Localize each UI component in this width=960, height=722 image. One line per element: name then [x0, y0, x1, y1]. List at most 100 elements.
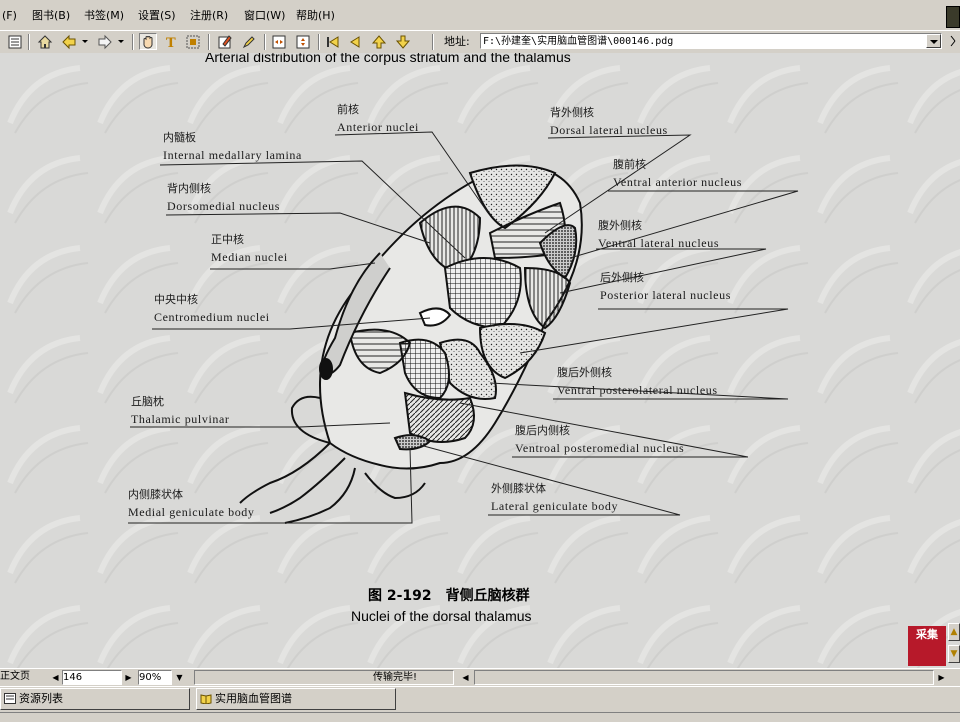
label-en: Ventral posterolateral nucleus: [557, 383, 718, 397]
menu-help[interactable]: 帮助(H): [294, 8, 337, 24]
label-posterior-lateral: 后外侧核 Posterior lateral nucleus: [600, 269, 731, 303]
horizontal-scrollbar[interactable]: [474, 670, 934, 685]
scanned-page: [0, 53, 960, 668]
label-en: Dorsal lateral nucleus: [550, 123, 668, 137]
capture-stamp[interactable]: 采集: [908, 626, 946, 666]
label-en: Anterior nuclei: [337, 120, 419, 134]
menu-register[interactable]: 注册(R): [188, 8, 230, 24]
page-mode: 正文页: [0, 670, 50, 685]
page-mode-label: 正文页: [0, 671, 30, 682]
next-page-arrow-icon[interactable]: ▶: [123, 670, 134, 685]
toolbar-separator: [318, 34, 320, 50]
menu-bar: (F) 图书(B) 书签(M) 设置(S) 注册(R) 窗口(W) 帮助(H): [0, 0, 960, 30]
menu-settings[interactable]: 设置(S): [136, 8, 178, 24]
label-cn: 后外侧核: [600, 271, 644, 284]
page-number-value[interactable]: 146: [63, 672, 82, 683]
label-cn: 腹后外侧核: [557, 366, 612, 379]
list-view-icon[interactable]: [6, 33, 24, 50]
label-en: Ventral lateral nucleus: [598, 236, 720, 250]
label-cn: 正中核: [211, 233, 244, 246]
label-ventral-lateral: 腹外侧核 Ventral lateral nucleus: [598, 217, 719, 251]
address-label: 地址:: [444, 35, 470, 48]
top-caption-cut: Arterial distribution of the corpus stri…: [205, 53, 571, 65]
label-en: Ventroal posteromedial nucleus: [515, 441, 685, 455]
address-field[interactable]: F:\孙建奎\实用脑血管图谱\000146.pdg: [480, 33, 942, 49]
scroll-right-icon[interactable]: ▶: [936, 670, 947, 685]
label-ventral-posteromedial: 腹后内侧核 Ventroal posteromedial nucleus: [515, 422, 684, 456]
select-region-icon[interactable]: [184, 33, 202, 50]
page-down-icon[interactable]: [394, 33, 412, 50]
book-icon: [200, 694, 212, 704]
label-cn: 丘脑枕: [131, 395, 164, 408]
menu-bookmark[interactable]: 书签(M): [82, 8, 126, 24]
label-en: Internal medallary lamina: [163, 148, 302, 162]
home-icon[interactable]: [36, 33, 54, 50]
document-view[interactable]: Arterial distribution of the corpus stri…: [0, 53, 960, 668]
side-scroll-buttons: ▲ ▼: [948, 623, 960, 668]
label-median-nuclei: 正中核 Median nuclei: [211, 231, 288, 265]
menu-window[interactable]: 窗口(W): [242, 8, 287, 24]
toolbar: T 地址: F:\孙建奎\实用脑血管图谱\000146.pdg: [0, 30, 960, 54]
toolbar-separator: [208, 34, 210, 50]
menu-book[interactable]: 图书(B): [30, 8, 72, 24]
first-page-icon[interactable]: [324, 33, 342, 50]
status-message-text: 传输完毕!: [373, 672, 418, 683]
zoom-select[interactable]: 90%: [138, 670, 172, 685]
label-en: Dorsomedial nucleus: [167, 199, 281, 213]
prev-page-arrow-icon[interactable]: ◀: [50, 670, 61, 685]
forward-dropdown-icon[interactable]: [118, 40, 124, 43]
label-cn: 腹后内侧核: [515, 424, 570, 437]
label-en: Posterior lateral nucleus: [600, 288, 731, 302]
label-cn: 中央中核: [154, 293, 198, 306]
back-arrow-icon[interactable]: [60, 33, 78, 50]
window-corner-icon[interactable]: [946, 6, 960, 28]
label-cn: 腹前核: [613, 158, 646, 171]
scroll-left-icon[interactable]: ◀: [460, 670, 471, 685]
forward-arrow-icon[interactable]: [96, 33, 114, 50]
zoom-value[interactable]: 90%: [139, 672, 161, 683]
scroll-up-icon[interactable]: ▲: [948, 623, 960, 641]
resource-list-label: 资源列表: [19, 692, 63, 705]
label-centromedian: 中央中核 Centromedium nuclei: [154, 291, 270, 325]
annotate-icon[interactable]: [216, 33, 234, 50]
toolbar-separator: [264, 34, 266, 50]
label-medial-geniculate: 内侧膝状体 Medial geniculate body: [128, 486, 255, 520]
text-tool-icon[interactable]: T: [162, 33, 180, 50]
zoom-dropdown-icon[interactable]: ▼: [174, 670, 185, 685]
label-cn: 腹外侧核: [598, 219, 642, 232]
label-cn: 前核: [337, 103, 359, 116]
toolbar-separator: [432, 34, 434, 50]
label-anterior-nuclei: 前核 Anterior nuclei: [337, 101, 419, 135]
page-up-icon[interactable]: [370, 33, 388, 50]
bottom-panel: 资源列表 实用脑血管图谱: [0, 686, 960, 722]
label-en: Thalamic pulvinar: [131, 412, 230, 426]
resource-list-tab[interactable]: 资源列表: [0, 688, 190, 710]
label-en: Centromedium nuclei: [154, 310, 270, 324]
label-cn: 内髓板: [163, 131, 196, 144]
status-bar: 正文页 ◀ 146 ▶ 90% ▼ 传输完毕! ◀ ▶: [0, 668, 960, 687]
address-dropdown-button[interactable]: [926, 34, 941, 48]
fit-height-icon[interactable]: [294, 33, 312, 50]
back-dropdown-icon[interactable]: [82, 40, 88, 43]
page-number-input[interactable]: 146: [62, 670, 122, 685]
taskbar-strip: [0, 712, 960, 722]
highlighter-icon[interactable]: [240, 33, 258, 50]
label-en: Ventral anterior nucleus: [613, 175, 743, 189]
scroll-down-icon[interactable]: ▼: [948, 645, 960, 663]
address-value[interactable]: F:\孙建奎\实用脑血管图谱\000146.pdg: [483, 34, 673, 49]
figure-caption-cn: 图 2-192 背侧丘脑核群: [368, 588, 530, 604]
figure-caption-en: Nuclei of the dorsal thalamus: [351, 608, 532, 624]
prev-page-icon[interactable]: [346, 33, 364, 50]
label-cn: 背外侧核: [550, 106, 594, 119]
toolbar-overflow-icon[interactable]: [950, 33, 956, 50]
book-window-tab[interactable]: 实用脑血管图谱: [196, 688, 396, 710]
toolbar-separator: [28, 34, 30, 50]
label-cn: 内侧膝状体: [128, 488, 183, 501]
label-cn: 外侧膝状体: [491, 482, 546, 495]
label-thalamic-pulvinar: 丘脑枕 Thalamic pulvinar: [131, 393, 230, 427]
label-dorsomedial: 背内侧核 Dorsomedial nucleus: [167, 180, 280, 214]
label-en: Medial geniculate body: [128, 505, 255, 519]
menu-file[interactable]: (F): [0, 8, 19, 24]
hand-tool-icon[interactable]: [139, 33, 157, 50]
fit-width-icon[interactable]: [270, 33, 288, 50]
